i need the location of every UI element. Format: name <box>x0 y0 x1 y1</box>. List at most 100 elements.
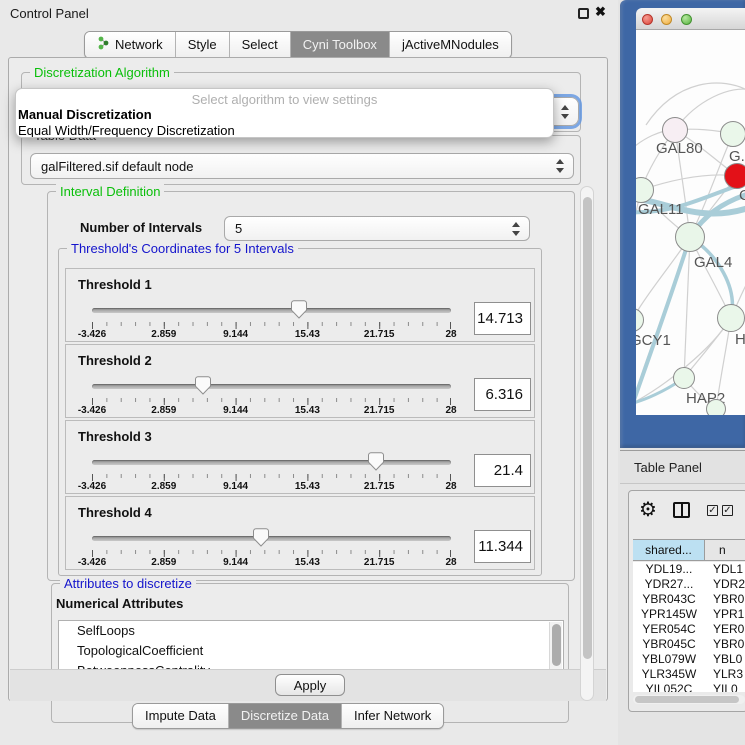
tick-labels: -3.4262.8599.14415.4321.71528 <box>92 405 451 417</box>
threshold-1-row: Threshold 1 -3.4262.8599.14415.4321.7152… <box>65 268 535 342</box>
apply-footer: Apply <box>10 669 606 701</box>
list-item[interactable]: SelfLoops <box>59 621 563 641</box>
tick-labels: -3.4262.8599.14415.4321.71528 <box>92 557 451 569</box>
table-data-select[interactable]: galFiltered.sif default node <box>30 153 574 179</box>
table-row[interactable]: YBR045C YBR0 <box>633 637 745 652</box>
tab-style[interactable]: Style <box>176 32 230 58</box>
table-row[interactable]: YDL19... YDL1 <box>633 562 745 577</box>
dropdown-hint: Select algorithm to view settings <box>16 89 553 107</box>
table-panel-title: Table Panel <box>634 460 702 475</box>
table-horizontal-scrollbar[interactable] <box>633 695 745 704</box>
threshold-1-value-field[interactable] <box>474 302 531 335</box>
list-item[interactable]: TopologicalCoefficient <box>59 641 563 661</box>
threshold-1-slider[interactable]: -3.4262.8599.14415.4321.71528 <box>92 299 451 341</box>
numerical-attributes-heading: Numerical Attributes <box>56 596 183 611</box>
algorithm-dropdown-popup: Select algorithm to view settings Manual… <box>15 88 554 138</box>
close-traffic-light-icon[interactable] <box>642 14 653 25</box>
node-label: H <box>735 331 745 348</box>
table-header-row: shared... n <box>633 539 745 561</box>
threshold-2-slider[interactable]: -3.4262.8599.14415.4321.71528 <box>92 375 451 417</box>
table-panel-titlebar: Table Panel <box>620 450 745 484</box>
threshold-3-row: Threshold 3 -3.4262.8599.14415.4321.7152… <box>65 420 535 494</box>
zoom-traffic-light-icon[interactable] <box>681 14 692 25</box>
group-label: Discretization Algorithm <box>30 65 174 80</box>
scrollbar-thumb[interactable] <box>583 197 592 659</box>
slider-track[interactable] <box>92 384 451 389</box>
threshold-label: Threshold 1 <box>78 277 152 292</box>
checkbox-checked-icon[interactable]: ✓ <box>722 505 733 516</box>
threshold-4-value-field[interactable] <box>474 530 531 563</box>
node-label: C <box>739 187 745 204</box>
threshold-4-slider[interactable]: -3.4262.8599.14415.4321.71528 <box>92 527 451 569</box>
threshold-2-value-field[interactable] <box>474 378 531 411</box>
table-body: YDL19... YDL1 YDR27... YDR2 YBR043C YBR0… <box>633 562 745 692</box>
scrollbar-thumb[interactable] <box>635 696 739 703</box>
slider-thumb[interactable] <box>253 528 269 547</box>
slider-thumb[interactable] <box>368 452 384 471</box>
network-node[interactable] <box>717 304 745 332</box>
interval-definition-group: Interval Definition Number of Intervals … <box>47 191 575 581</box>
table-row[interactable]: YER054C YER0 <box>633 622 745 637</box>
table-panel-card: ⚙ ✓ ✓ shared... n YDL19... YDL1 YDR27...… <box>628 490 745 712</box>
scrollbar-thumb[interactable] <box>552 624 561 666</box>
apply-button[interactable]: Apply <box>275 674 345 696</box>
stepper-icon <box>512 222 521 236</box>
window-title: Control Panel <box>10 6 89 21</box>
major-ticks <box>92 398 451 405</box>
panel-scrollbar[interactable] <box>580 186 594 701</box>
table-row[interactable]: YBL079W YBL0 <box>633 652 745 667</box>
threshold-coordinates-group: Threshold's Coordinates for 5 Intervals … <box>58 248 542 576</box>
network-window-titlebar[interactable] <box>636 8 745 30</box>
top-tab-bar: Network Style Select Cyni Toolbox jActiv… <box>84 31 512 59</box>
table-row[interactable]: YLR345W YLR3 <box>633 667 745 682</box>
slider-thumb[interactable] <box>195 376 211 395</box>
node-label: GCY1 <box>636 332 671 349</box>
column-header-name[interactable]: n <box>705 540 745 560</box>
network-node[interactable] <box>675 222 705 252</box>
network-node[interactable] <box>724 163 745 189</box>
table-row[interactable]: YIL052C YIL0 <box>633 682 745 692</box>
dropdown-option-manual[interactable]: Manual Discretization <box>16 107 553 123</box>
network-node[interactable] <box>673 367 695 389</box>
network-node[interactable] <box>706 399 726 415</box>
node-label: GAL11 <box>638 201 684 218</box>
tab-select[interactable]: Select <box>230 32 291 58</box>
slider-track[interactable] <box>92 460 451 465</box>
tab-impute-data[interactable]: Impute Data <box>133 704 229 728</box>
slider-track[interactable] <box>92 536 451 541</box>
number-of-intervals-label: Number of Intervals <box>80 220 202 235</box>
control-panel-window: Control Panel ✖ Network Style Select Cyn… <box>0 0 618 745</box>
table-row[interactable]: YDR27... YDR2 <box>633 577 745 592</box>
table-row[interactable]: YPR145W YPR1 <box>633 607 745 622</box>
float-window-icon[interactable] <box>578 8 589 19</box>
stepper-icon <box>561 105 570 119</box>
bottom-tab-bar: Impute Data Discretize Data Infer Networ… <box>132 703 444 729</box>
close-icon[interactable]: ✖ <box>595 4 606 20</box>
tab-cyni-toolbox[interactable]: Cyni Toolbox <box>291 32 390 58</box>
threshold-label: Threshold 3 <box>78 429 152 444</box>
threshold-3-value-field[interactable] <box>474 454 531 487</box>
list-scrollbar[interactable] <box>549 622 562 672</box>
control-panel-titlebar: Control Panel ✖ <box>0 0 618 26</box>
gear-icon[interactable]: ⚙ <box>639 497 657 522</box>
threshold-3-slider[interactable]: -3.4262.8599.14415.4321.71528 <box>92 451 451 493</box>
major-ticks <box>92 322 451 329</box>
slider-thumb[interactable] <box>291 300 307 319</box>
network-node[interactable] <box>720 121 745 147</box>
tab-discretize-data[interactable]: Discretize Data <box>229 704 342 728</box>
network-canvas[interactable]: GAL80G.CGAL11GAL4GCY1HHAP2 <box>636 30 745 415</box>
tab-network[interactable]: Network <box>85 32 176 58</box>
number-of-intervals-select[interactable]: 5 <box>224 216 530 241</box>
threshold-2-row: Threshold 2 -3.4262.8599.14415.4321.7152… <box>65 344 535 418</box>
minimize-traffic-light-icon[interactable] <box>661 14 672 25</box>
table-row[interactable]: YBR043C YBR0 <box>633 592 745 607</box>
tab-infer-network[interactable]: Infer Network <box>342 704 443 728</box>
tab-jactivemnodules[interactable]: jActiveMNodules <box>390 32 511 58</box>
group-label: Attributes to discretize <box>60 576 196 591</box>
slider-track[interactable] <box>92 308 451 313</box>
checkbox-checked-icon[interactable]: ✓ <box>707 505 718 516</box>
column-header-shared-name[interactable]: shared... <box>633 540 705 560</box>
dropdown-option-equal-width[interactable]: Equal Width/Frequency Discretization <box>16 123 553 138</box>
columns-icon[interactable] <box>673 502 690 518</box>
major-ticks <box>92 550 451 557</box>
